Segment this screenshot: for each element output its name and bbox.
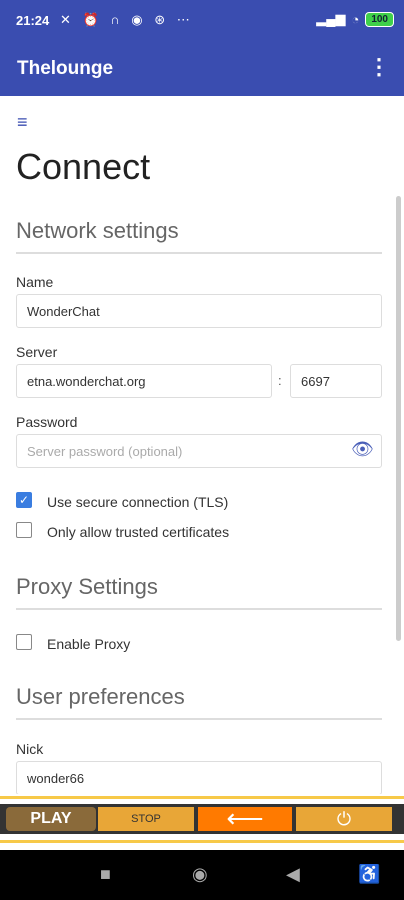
- play-button[interactable]: PLAY: [6, 807, 96, 831]
- password-label: Password: [16, 414, 78, 430]
- ad-top-line: [0, 796, 404, 799]
- overflow-menu-icon[interactable]: ⋮: [368, 54, 390, 80]
- tls-checkbox[interactable]: ✓: [16, 492, 32, 508]
- back-icon[interactable]: ◀: [286, 864, 300, 885]
- wifi-icon: ◔: [351, 11, 360, 27]
- scrollbar[interactable]: [396, 196, 401, 641]
- power-icon[interactable]: ⏻: [296, 807, 392, 831]
- proxy-settings-heading: Proxy Settings: [16, 574, 382, 610]
- status-icons: ✕ ⏰ ∩ ◉ ⊛ ⋯: [60, 12, 194, 27]
- eye-icon[interactable]: 👁: [351, 439, 374, 460]
- nick-label: Nick: [16, 741, 44, 757]
- signal-icon: ▂▄▆: [316, 11, 346, 26]
- app-title: Thelounge: [17, 58, 114, 79]
- home-icon[interactable]: ◉: [192, 864, 208, 885]
- recent-apps-icon[interactable]: ■: [100, 864, 111, 885]
- arrow-left-icon[interactable]: ⟵: [198, 805, 292, 831]
- ad-banner[interactable]: PLAY STOP ⟵ ⏻: [0, 794, 404, 850]
- page-title: Connect: [16, 146, 151, 187]
- network-settings-heading: Network settings: [16, 218, 382, 254]
- tls-label: Use secure connection (TLS): [47, 494, 229, 510]
- user-preferences-heading: User preferences: [16, 684, 382, 720]
- status-right: ▂▄▆ ◔ 100: [316, 11, 394, 27]
- enable-proxy-label: Enable Proxy: [47, 636, 131, 652]
- status-time: 21:24: [16, 13, 50, 28]
- server-port-separator: :: [278, 373, 282, 388]
- hamburger-menu-icon[interactable]: ≡: [17, 112, 28, 133]
- system-nav-bar: ■ ◉ ◀ ♿: [0, 850, 404, 900]
- ad-bottom-line: [0, 840, 404, 843]
- ad-bar: PLAY STOP ⟵ ⏻: [0, 804, 404, 834]
- battery-icon: 100: [365, 11, 394, 27]
- server-field[interactable]: etna.wonderchat.org: [16, 364, 272, 398]
- port-field[interactable]: 6697: [290, 364, 382, 398]
- stop-button[interactable]: STOP: [98, 807, 194, 831]
- trusted-certs-label: Only allow trusted certificates: [47, 524, 230, 540]
- accessibility-icon[interactable]: ♿: [358, 864, 380, 885]
- connect-form: ≡ Connect Network settings Name WonderCh…: [0, 96, 404, 794]
- trusted-certs-checkbox[interactable]: [16, 522, 32, 538]
- enable-proxy-checkbox[interactable]: [16, 634, 32, 650]
- nick-field[interactable]: wonder66: [16, 761, 382, 794]
- server-label: Server: [16, 344, 58, 360]
- app-bar: Thelounge ⋮: [0, 42, 404, 96]
- name-label: Name: [16, 274, 54, 290]
- status-bar: 21:24 ✕ ⏰ ∩ ◉ ⊛ ⋯ ▂▄▆ ◔ 100: [0, 0, 404, 42]
- password-field[interactable]: Server password (optional): [16, 434, 382, 468]
- name-field[interactable]: WonderChat: [16, 294, 382, 328]
